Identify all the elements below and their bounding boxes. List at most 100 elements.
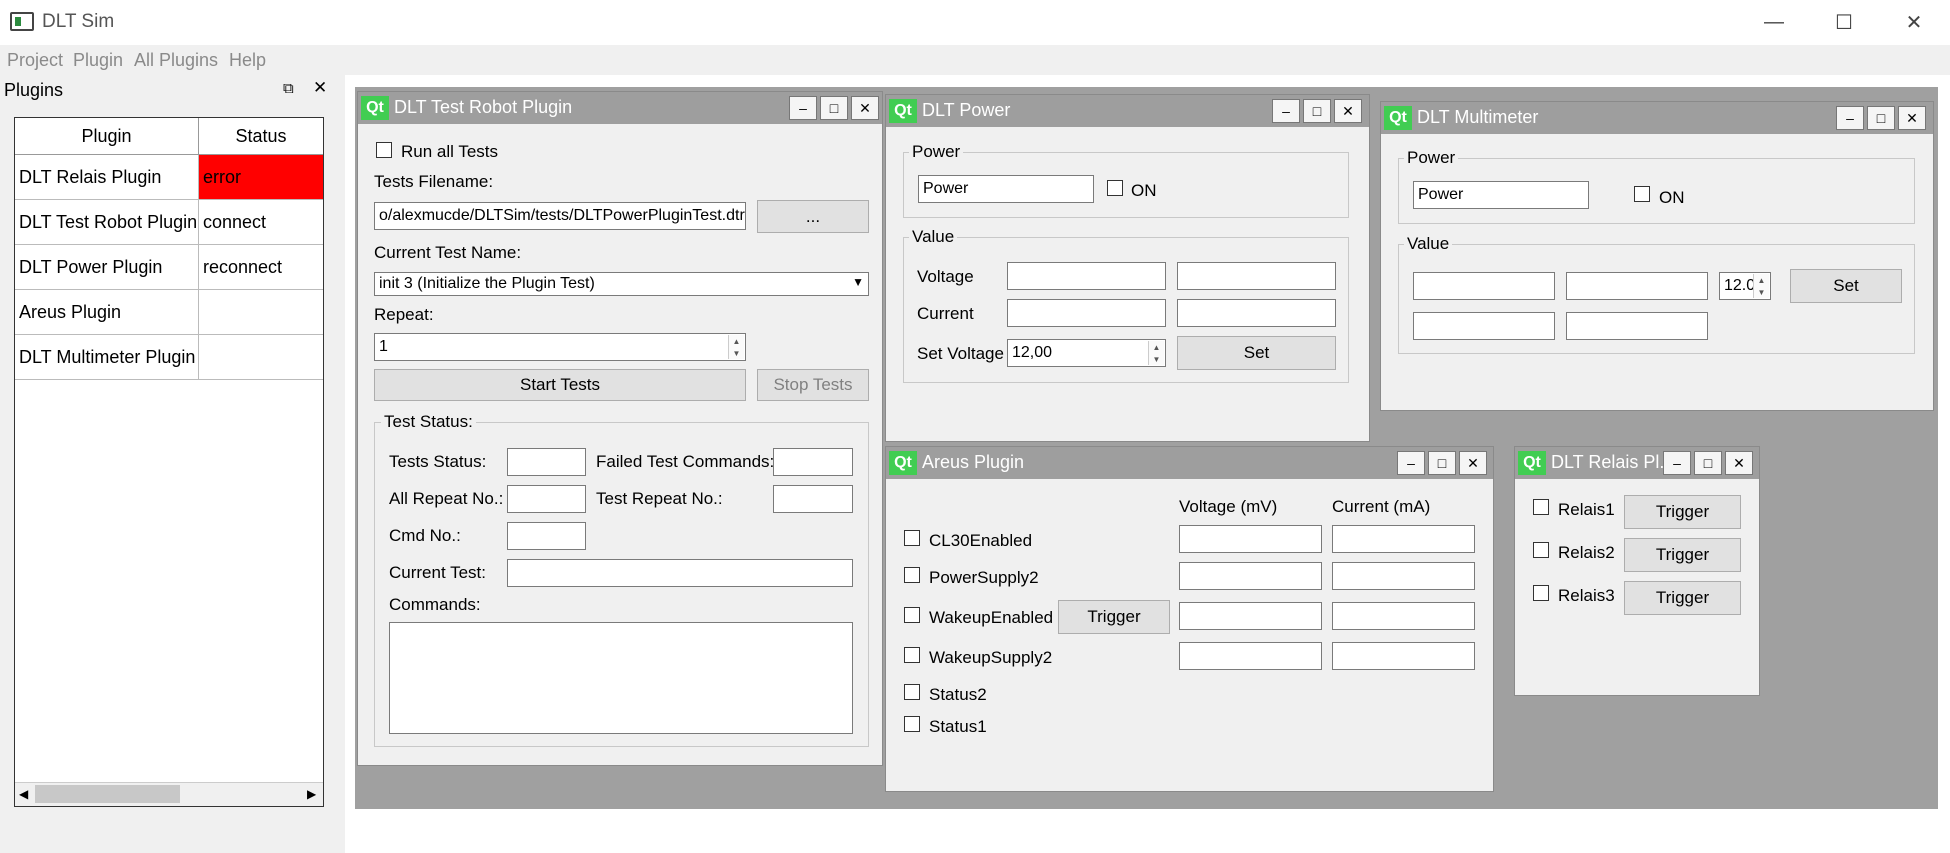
- spin-arrows-icon[interactable]: ▲ ▼: [1753, 274, 1769, 298]
- table-cell-plugin[interactable]: DLT Relais Plugin: [15, 155, 199, 200]
- close-icon[interactable]: ✕: [1334, 99, 1362, 123]
- trigger-button[interactable]: Trigger: [1624, 538, 1741, 572]
- minimize-icon[interactable]: –: [1272, 99, 1300, 123]
- minimize-icon[interactable]: —: [1740, 0, 1808, 45]
- table-cell-plugin[interactable]: DLT Test Robot Plugin: [15, 200, 199, 245]
- table-cell-status[interactable]: reconnect: [199, 245, 323, 290]
- trigger-button[interactable]: Trigger: [1624, 495, 1741, 529]
- failed-commands-field[interactable]: [773, 448, 853, 476]
- value-spinbox[interactable]: 12.0 ▲ ▼: [1719, 272, 1771, 300]
- status2-checkbox[interactable]: [904, 684, 920, 700]
- voltage-field[interactable]: [1179, 562, 1322, 590]
- close-icon[interactable]: ✕: [1725, 451, 1753, 475]
- power-field[interactable]: Power: [918, 175, 1094, 203]
- menu-all-plugins[interactable]: All Plugins: [134, 50, 218, 71]
- set-voltage-spinbox[interactable]: 12,00 ▲ ▼: [1007, 339, 1166, 367]
- power-on-checkbox[interactable]: [1107, 180, 1123, 196]
- browse-button[interactable]: ...: [757, 200, 869, 233]
- power-field[interactable]: Power: [1413, 181, 1589, 209]
- voltage-field[interactable]: [1179, 642, 1322, 670]
- relais1-checkbox[interactable]: [1533, 499, 1549, 515]
- current-field[interactable]: [1332, 602, 1475, 630]
- value-field-2[interactable]: [1566, 272, 1708, 300]
- subwindow-titlebar[interactable]: Qt DLT Multimeter – □ ✕: [1381, 102, 1933, 134]
- close-icon[interactable]: ✕: [851, 96, 879, 120]
- menu-plugin[interactable]: Plugin: [73, 50, 123, 71]
- current-field[interactable]: [1332, 642, 1475, 670]
- voltage-field[interactable]: [1007, 262, 1166, 290]
- value-field-3[interactable]: [1413, 312, 1555, 340]
- close-icon[interactable]: ✕: [313, 78, 327, 98]
- current-test-select[interactable]: init 3 (Initialize the Plugin Test) ▼: [374, 272, 869, 296]
- scrollbar-thumb[interactable]: [35, 785, 180, 803]
- maximize-icon[interactable]: □: [1303, 99, 1331, 123]
- voltage-field[interactable]: [1179, 525, 1322, 553]
- table-cell-status[interactable]: [199, 290, 323, 335]
- wakeupsupply2-checkbox[interactable]: [904, 647, 920, 663]
- menu-help[interactable]: Help: [229, 50, 266, 71]
- value-field-1[interactable]: [1413, 272, 1555, 300]
- table-cell-status[interactable]: [199, 335, 323, 380]
- value-field-4[interactable]: [1566, 312, 1708, 340]
- voltage-field[interactable]: [1179, 602, 1322, 630]
- table-cell-plugin[interactable]: DLT Power Plugin: [15, 245, 199, 290]
- subwindow-titlebar[interactable]: Qt DLT Relais Pl... – □ ✕: [1515, 447, 1759, 479]
- maximize-icon[interactable]: □: [1428, 451, 1456, 475]
- cl30enabled-checkbox[interactable]: [904, 530, 920, 546]
- trigger-button[interactable]: Trigger: [1624, 581, 1741, 615]
- relais3-checkbox[interactable]: [1533, 585, 1549, 601]
- maximize-icon[interactable]: □: [1867, 106, 1895, 130]
- set-button[interactable]: Set: [1790, 269, 1902, 303]
- power-on-checkbox[interactable]: [1634, 186, 1650, 202]
- table-cell-plugin[interactable]: Areus Plugin: [15, 290, 199, 335]
- close-icon[interactable]: ✕: [1880, 0, 1948, 45]
- table-cell-plugin[interactable]: DLT Multimeter Plugin: [15, 335, 199, 380]
- current-test-field[interactable]: [507, 559, 853, 587]
- horizontal-scrollbar[interactable]: ◀ ▶: [15, 782, 323, 806]
- all-repeat-field[interactable]: [507, 485, 586, 513]
- wakeupenabled-checkbox[interactable]: [904, 607, 920, 623]
- filename-input[interactable]: o/alexmucde/DLTSim/tests/DLTPowerPluginT…: [374, 202, 746, 230]
- spin-arrows-icon[interactable]: ▲ ▼: [1148, 341, 1164, 365]
- voltage-field-2[interactable]: [1177, 262, 1336, 290]
- maximize-icon[interactable]: □: [1694, 451, 1722, 475]
- relais2-checkbox[interactable]: [1533, 542, 1549, 558]
- minimize-icon[interactable]: –: [1397, 451, 1425, 475]
- powersupply2-checkbox[interactable]: [904, 567, 920, 583]
- current-field-2[interactable]: [1177, 299, 1336, 327]
- run-all-checkbox[interactable]: [376, 142, 392, 158]
- close-icon[interactable]: ✕: [1459, 451, 1487, 475]
- minimize-icon[interactable]: –: [1836, 106, 1864, 130]
- float-icon[interactable]: ⧉: [283, 80, 294, 97]
- subwindow-titlebar[interactable]: Qt Areus Plugin – □ ✕: [886, 447, 1493, 479]
- minimize-icon[interactable]: –: [1663, 451, 1691, 475]
- start-tests-button[interactable]: Start Tests: [374, 369, 746, 401]
- commands-textarea[interactable]: [389, 622, 853, 734]
- column-header-status[interactable]: Status: [199, 118, 323, 155]
- close-icon[interactable]: ✕: [1898, 106, 1926, 130]
- status1-checkbox[interactable]: [904, 716, 920, 732]
- tests-status-field[interactable]: [507, 448, 586, 476]
- maximize-icon[interactable]: □: [820, 96, 848, 120]
- subwindow-titlebar[interactable]: Qt DLT Power – □ ✕: [886, 95, 1369, 127]
- chevron-down-icon[interactable]: ▼: [852, 275, 864, 289]
- trigger-button[interactable]: Trigger: [1058, 600, 1170, 634]
- minimize-icon[interactable]: –: [789, 96, 817, 120]
- spin-arrows-icon[interactable]: ▲ ▼: [728, 335, 744, 359]
- maximize-icon[interactable]: ☐: [1810, 0, 1878, 45]
- table-cell-status[interactable]: connect: [199, 200, 323, 245]
- menu-project[interactable]: Project: [7, 50, 63, 71]
- column-header-plugin[interactable]: Plugin: [15, 118, 199, 155]
- current-field[interactable]: [1332, 562, 1475, 590]
- stop-tests-button[interactable]: Stop Tests: [757, 369, 869, 401]
- scroll-right-icon[interactable]: ▶: [307, 787, 316, 801]
- current-field[interactable]: [1007, 299, 1166, 327]
- subwindow-titlebar[interactable]: Qt DLT Test Robot Plugin – □ ✕: [358, 92, 882, 124]
- repeat-spinbox[interactable]: 1 ▲ ▼: [374, 333, 746, 361]
- set-button[interactable]: Set: [1177, 336, 1336, 370]
- table-cell-status[interactable]: error: [199, 155, 323, 200]
- scroll-left-icon[interactable]: ◀: [19, 787, 28, 801]
- cmd-no-field[interactable]: [507, 522, 586, 550]
- test-repeat-field[interactable]: [773, 485, 853, 513]
- current-field[interactable]: [1332, 525, 1475, 553]
